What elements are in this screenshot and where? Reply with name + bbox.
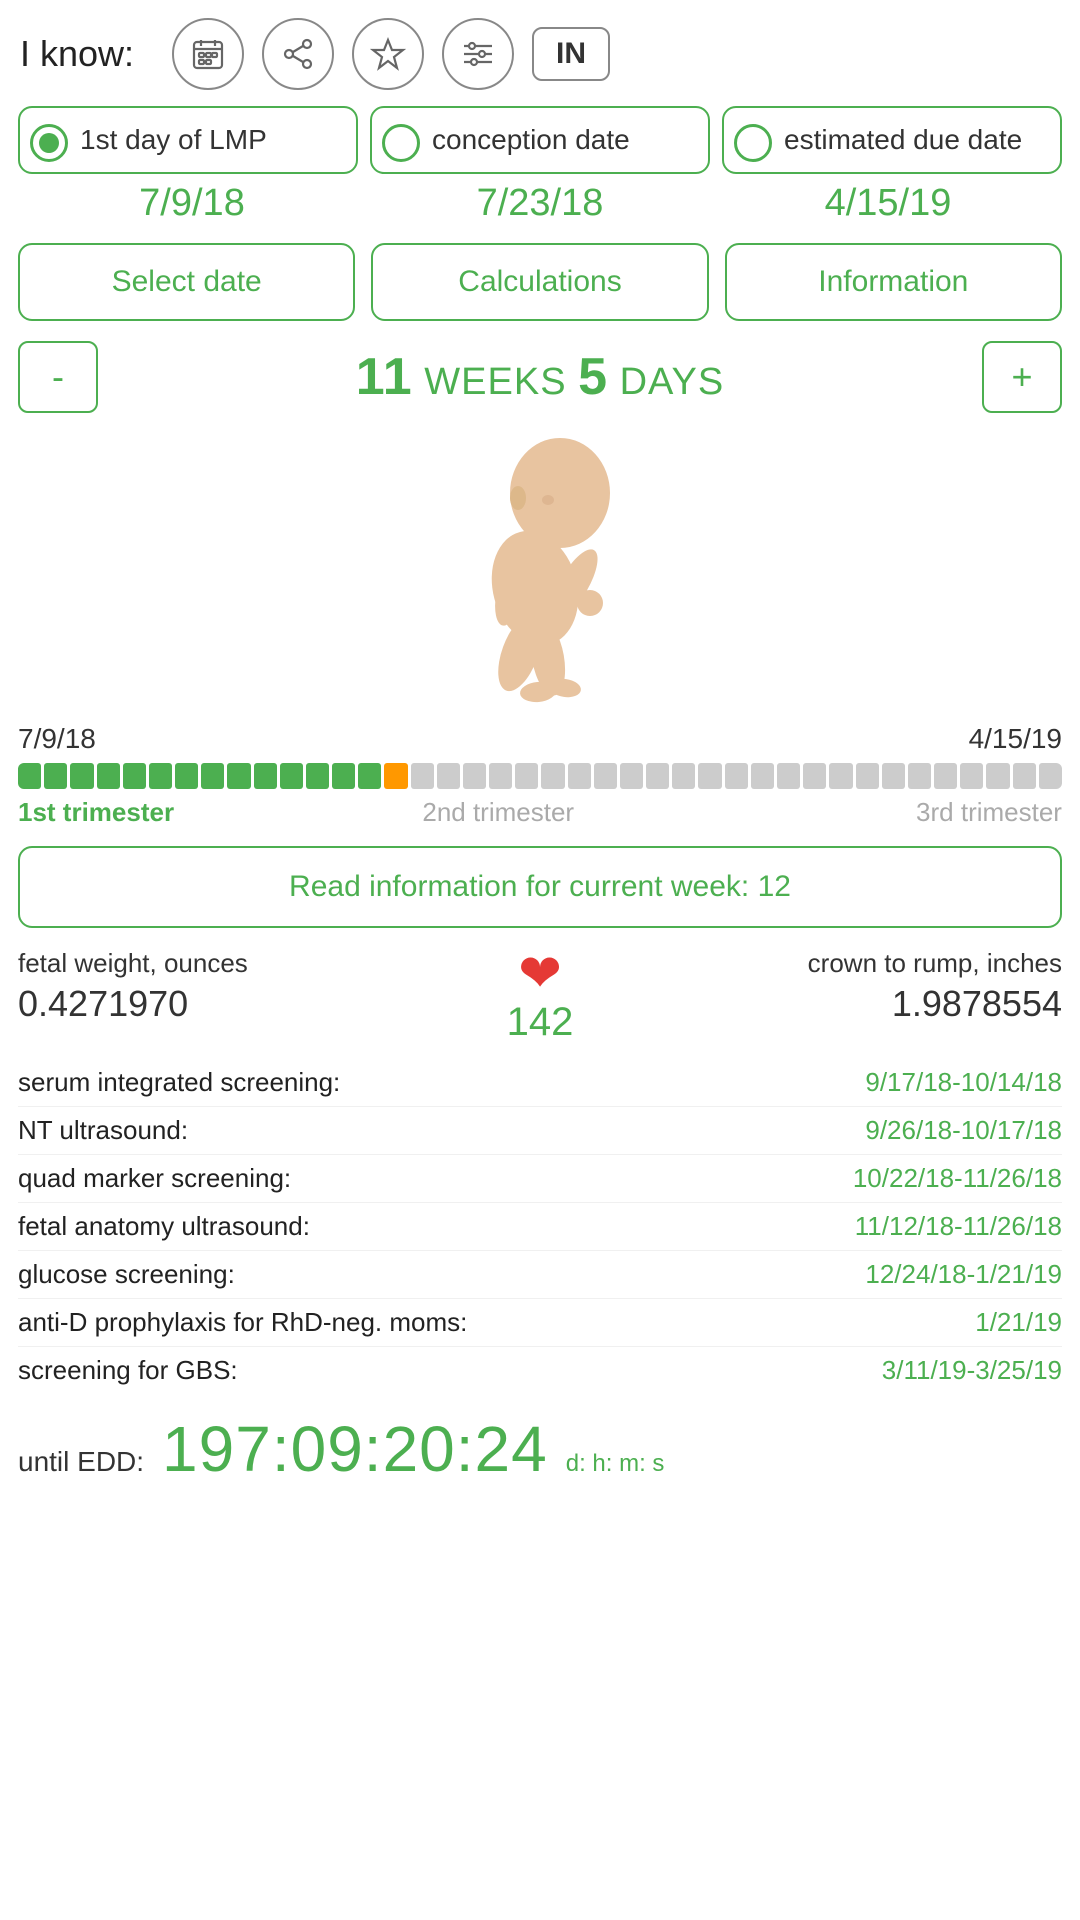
fetus-image-area xyxy=(0,423,1080,713)
fetus-illustration xyxy=(410,433,670,713)
minus-button[interactable]: - xyxy=(18,341,98,413)
medical-row: glucose screening: 12/24/18-1/21/19 xyxy=(18,1251,1062,1299)
edd-label: until EDD: xyxy=(18,1446,144,1478)
medical-row: serum integrated screening: 9/17/18-10/14… xyxy=(18,1059,1062,1107)
radio-conception-label: conception date xyxy=(432,122,630,157)
dates-row: 7/9/18 7/23/18 4/15/19 xyxy=(0,174,1080,225)
medical-label: anti-D prophylaxis for RhD-neg. moms: xyxy=(18,1307,467,1338)
medical-row: anti-D prophylaxis for RhD-neg. moms: 1/2… xyxy=(18,1299,1062,1347)
star-icon[interactable] xyxy=(352,18,424,90)
crown-rump-label: crown to rump, inches xyxy=(593,948,1062,979)
timeline-section: 7/9/18 4/15/19 1st trimester 2nd trimest… xyxy=(0,713,1080,828)
medical-table: serum integrated screening: 9/17/18-10/14… xyxy=(0,1045,1080,1394)
top-icon-group: IN xyxy=(172,18,610,90)
radio-conception-circle xyxy=(382,124,420,162)
radio-conception[interactable]: conception date xyxy=(370,106,710,174)
select-date-button[interactable]: Select date xyxy=(18,243,355,321)
week-row: - 11 WEEKS 5 DAYS + xyxy=(0,331,1080,423)
heart-icon: ❤ xyxy=(518,948,562,1000)
radio-lmp-label: 1st day of LMP xyxy=(80,122,267,157)
fetal-weight-value: 0.4271970 xyxy=(18,983,487,1025)
third-trimester-label: 3rd trimester xyxy=(686,797,1062,828)
medical-label: screening for GBS: xyxy=(18,1355,238,1386)
conception-date: 7/23/18 xyxy=(366,182,714,225)
calculations-button[interactable]: Calculations xyxy=(371,243,708,321)
action-buttons: Select date Calculations Information xyxy=(0,225,1080,331)
heart-block: ❤ 142 xyxy=(487,948,594,1045)
weeks-label: WEEKS xyxy=(413,361,578,403)
first-trimester-label: 1st trimester xyxy=(18,797,310,828)
top-bar: I know: xyxy=(0,0,1080,100)
trimester-labels: 1st trimester 2nd trimester 3rd trimeste… xyxy=(18,797,1062,828)
edd-countdown: 197:09:20:24 xyxy=(162,1412,548,1486)
days-label: DAYS xyxy=(608,361,724,403)
crown-rump-value: 1.9878554 xyxy=(593,983,1062,1025)
medical-value: 12/24/18-1/21/19 xyxy=(865,1259,1062,1290)
calendar-icon[interactable] xyxy=(172,18,244,90)
day-number: 5 xyxy=(578,348,608,406)
lmp-date: 7/9/18 xyxy=(18,182,366,225)
medical-row: NT ultrasound: 9/26/18-10/17/18 xyxy=(18,1107,1062,1155)
medical-label: fetal anatomy ultrasound: xyxy=(18,1211,310,1242)
timeline-start-date: 7/9/18 xyxy=(18,723,96,755)
second-trimester-label: 2nd trimester xyxy=(310,797,686,828)
radio-due-circle xyxy=(734,124,772,162)
medical-row: quad marker screening: 10/22/18-11/26/18 xyxy=(18,1155,1062,1203)
due-date: 4/15/19 xyxy=(714,182,1062,225)
edd-units: d: h: m: s xyxy=(566,1450,665,1486)
medical-value: 10/22/18-11/26/18 xyxy=(853,1163,1062,1194)
crown-rump-block: crown to rump, inches 1.9878554 xyxy=(593,948,1062,1025)
medical-label: serum integrated screening: xyxy=(18,1067,340,1098)
radio-lmp[interactable]: 1st day of LMP xyxy=(18,106,358,174)
heart-count: 142 xyxy=(507,1000,574,1045)
share-icon[interactable] xyxy=(262,18,334,90)
medical-label: quad marker screening: xyxy=(18,1163,291,1194)
medical-row: fetal anatomy ultrasound: 11/12/18-11/26/… xyxy=(18,1203,1062,1251)
week-display: 11 WEEKS 5 DAYS xyxy=(110,347,970,407)
in-button[interactable]: IN xyxy=(532,27,610,81)
settings-icon[interactable] xyxy=(442,18,514,90)
read-info-button[interactable]: Read information for current week: 12 xyxy=(18,846,1062,928)
fetal-weight-label: fetal weight, ounces xyxy=(18,948,487,979)
information-button[interactable]: Information xyxy=(725,243,1062,321)
i-know-label: I know: xyxy=(20,33,134,75)
week-number: 11 xyxy=(356,348,413,406)
fetal-weight-block: fetal weight, ounces 0.4271970 xyxy=(18,948,487,1025)
progress-bar xyxy=(18,763,1062,789)
timeline-dates: 7/9/18 4/15/19 xyxy=(18,723,1062,755)
radio-due-label: estimated due date xyxy=(784,122,1022,157)
radio-lmp-circle xyxy=(30,124,68,162)
timeline-end-date: 4/15/19 xyxy=(969,723,1062,755)
medical-label: glucose screening: xyxy=(18,1259,235,1290)
radio-due[interactable]: estimated due date xyxy=(722,106,1062,174)
plus-button[interactable]: + xyxy=(982,341,1062,413)
medical-value: 1/21/19 xyxy=(975,1307,1062,1338)
medical-value: 9/26/18-10/17/18 xyxy=(865,1115,1062,1146)
radio-row: 1st day of LMP conception date estimated… xyxy=(0,106,1080,174)
medical-value: 11/12/18-11/26/18 xyxy=(855,1211,1062,1242)
medical-row: screening for GBS: 3/11/19-3/25/19 xyxy=(18,1347,1062,1394)
medical-label: NT ultrasound: xyxy=(18,1115,188,1146)
stats-row: fetal weight, ounces 0.4271970 ❤ 142 cro… xyxy=(0,938,1080,1045)
medical-value: 9/17/18-10/14/18 xyxy=(865,1067,1062,1098)
medical-value: 3/11/19-3/25/19 xyxy=(882,1355,1062,1386)
edd-row: until EDD: 197:09:20:24 d: h: m: s xyxy=(0,1394,1080,1496)
